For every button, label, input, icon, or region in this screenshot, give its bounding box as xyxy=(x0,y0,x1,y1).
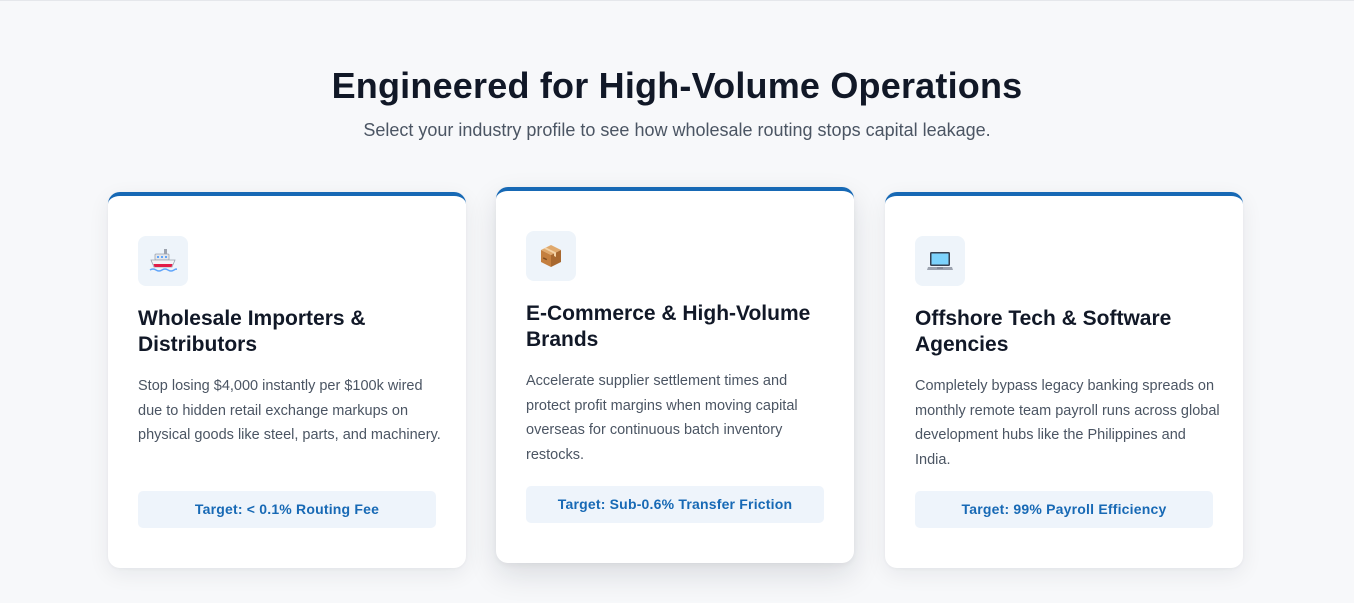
industry-card-ecommerce[interactable]: E-Commerce & High-Volume Brands Accelera… xyxy=(496,187,854,563)
industry-card-offshore-tech[interactable]: Offshore Tech & Software Agencies Comple… xyxy=(885,192,1243,568)
section-headline: Engineered for High-Volume Operations xyxy=(331,65,1023,106)
card-description: Completely bypass legacy banking spreads… xyxy=(915,378,1220,468)
card-icon-tile xyxy=(526,231,576,281)
card-description: Stop losing $4,000 instantly per $100k w… xyxy=(138,378,441,443)
card-title: Wholesale Importers & Distributors xyxy=(138,307,366,356)
card-icon-tile xyxy=(138,236,188,286)
target-badge: Target: 99% Payroll Efficiency xyxy=(915,491,1213,528)
laptop-icon xyxy=(927,252,953,270)
industry-card-wholesale[interactable]: Wholesale Importers & Distributors Stop … xyxy=(108,192,466,568)
card-icon-tile xyxy=(915,236,965,286)
cargo-ship-icon xyxy=(149,249,177,272)
card-title: Offshore Tech & Software Agencies xyxy=(915,307,1172,356)
card-title: E-Commerce & High-Volume Brands xyxy=(526,302,811,351)
section-subline: Select your industry profile to see how … xyxy=(363,120,991,140)
target-badge: Target: Sub-0.6% Transfer Friction xyxy=(526,486,824,523)
package-box-icon xyxy=(541,245,561,267)
card-description: Accelerate supplier settlement times and… xyxy=(526,373,798,463)
industry-profiles-section: Engineered for High-Volume Operations Se… xyxy=(0,1,1354,603)
target-badge: Target: < 0.1% Routing Fee xyxy=(138,491,436,528)
